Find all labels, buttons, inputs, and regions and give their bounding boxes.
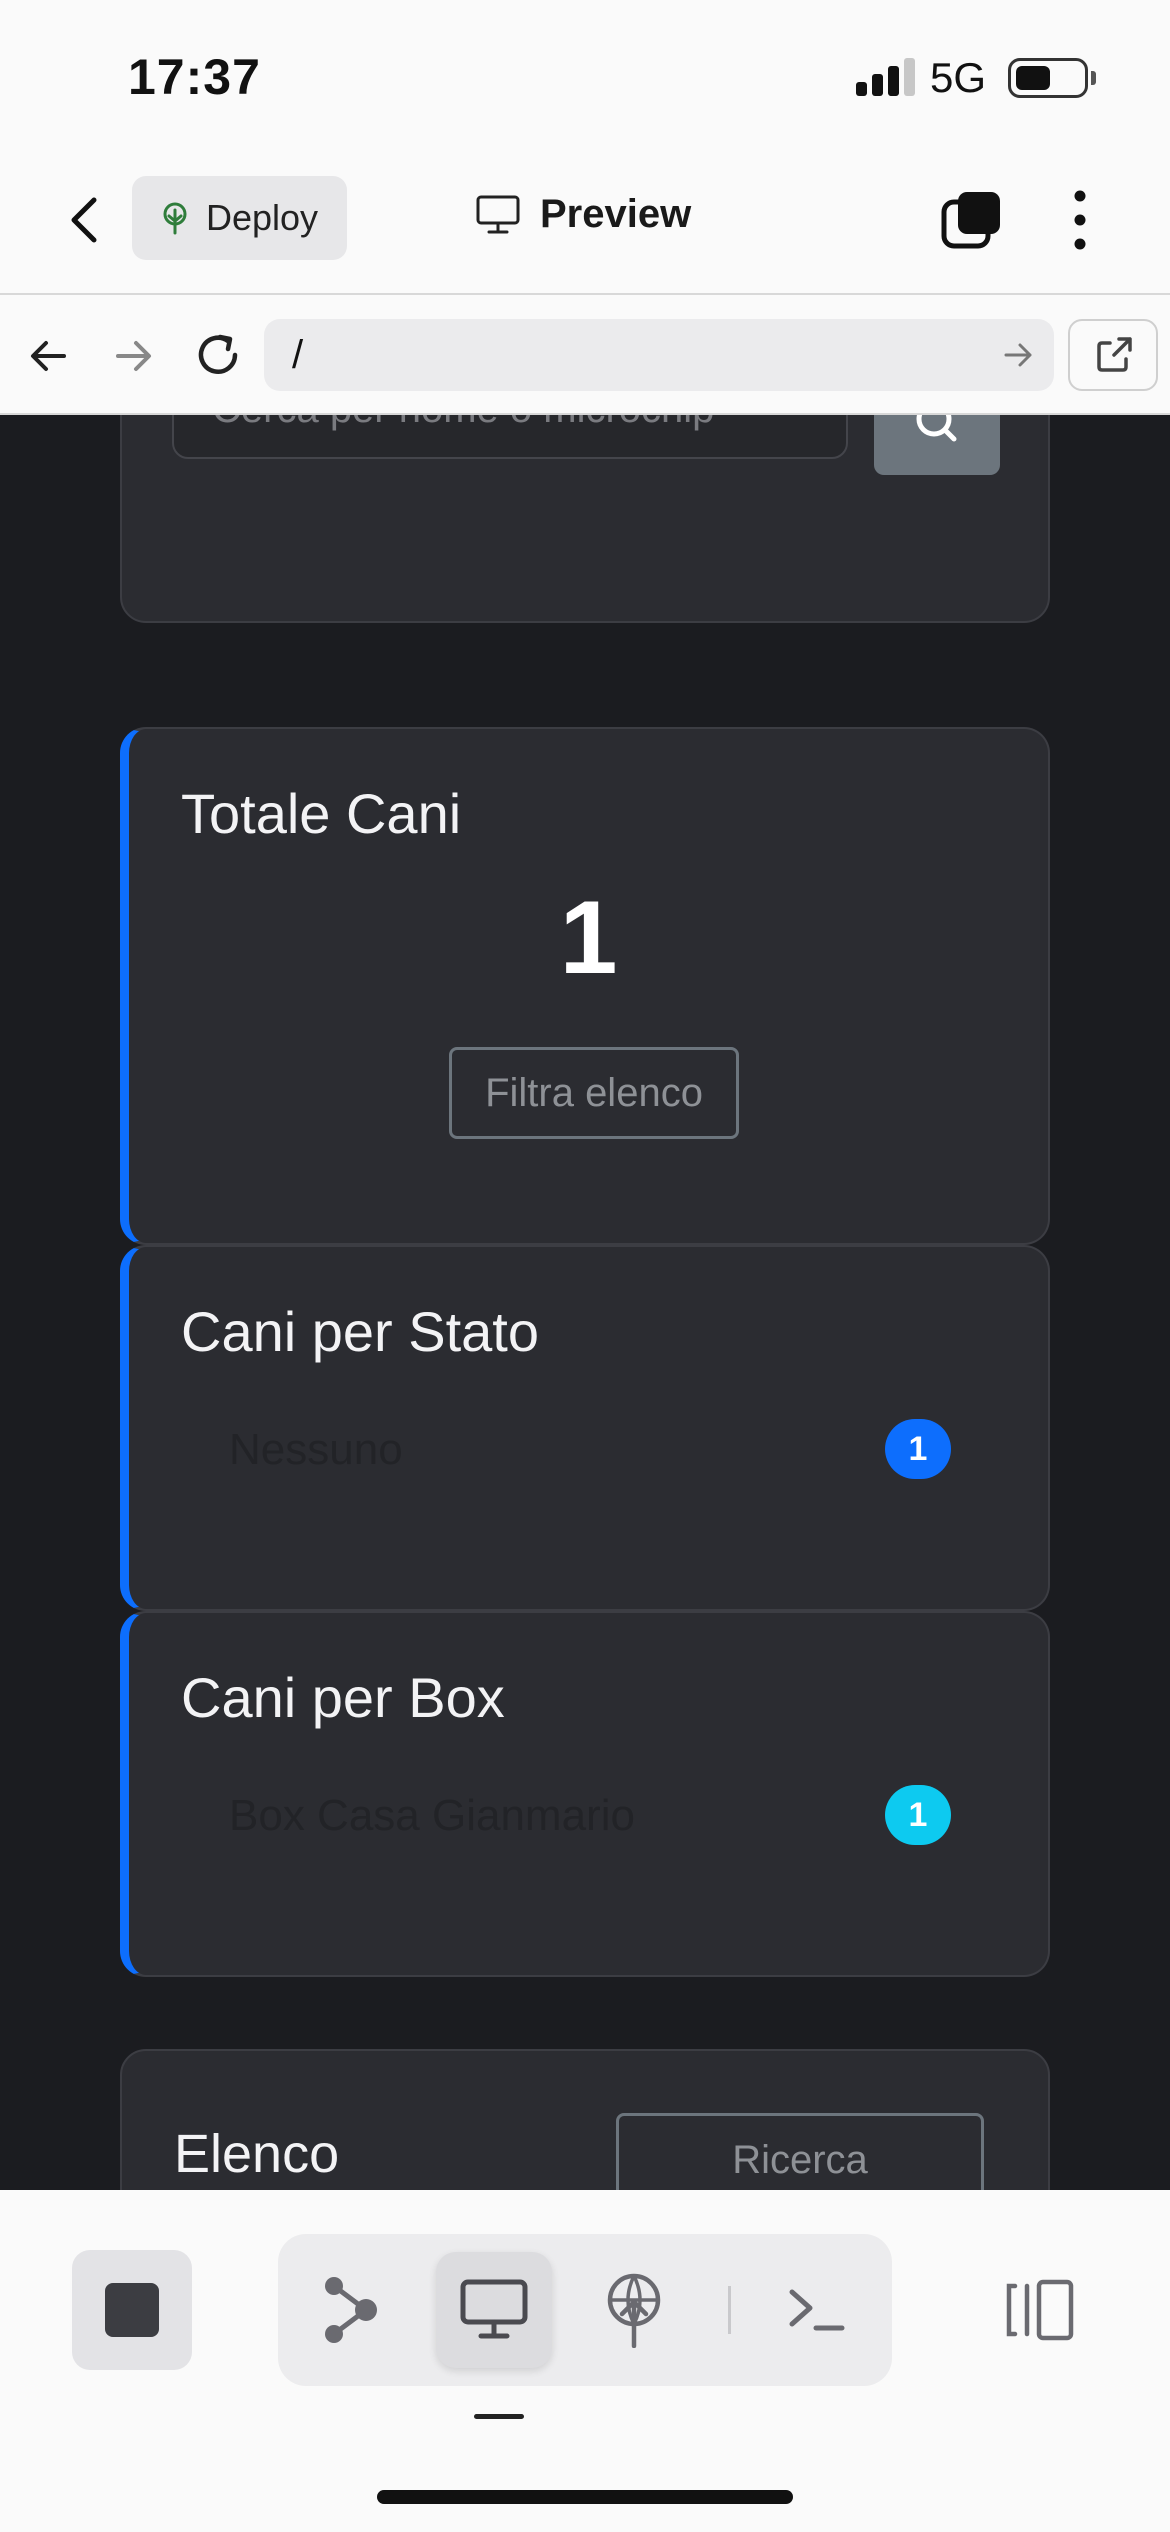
dogs-by-state-title: Cani per Stato [181,1300,539,1363]
dogs-by-state-card: Cani per Stato Nessuno 1 [120,1245,1050,1611]
preview-title: Preview [476,192,691,237]
graph-button[interactable] [294,2252,410,2368]
battery-icon [1008,58,1088,98]
antenna-icon [607,2273,661,2348]
network-type: 5G [930,54,987,101]
list-card: Elenco Ricerca [120,2049,1050,2190]
terminal-icon [789,2289,845,2331]
back-chevron-icon[interactable] [56,190,116,250]
arrow-right-icon[interactable] [108,331,158,381]
status-bar: 17:37 5G [0,0,1170,150]
monitor-icon [460,2279,528,2339]
search-input[interactable]: Cerca per nome o microchip [172,415,848,459]
webview: Cerca per nome o microchip Totale Cani 1… [0,415,1170,2190]
browser-bar: / [0,297,1170,415]
url-go-arrow-icon[interactable] [1000,337,1036,373]
total-dogs-value: 1 [559,880,618,996]
terminal-button[interactable] [758,2252,874,2368]
open-external-button[interactable] [1068,319,1158,391]
dogs-by-box-title: Cani per Box [181,1666,505,1729]
preview-tool-button[interactable] [436,2252,552,2368]
arrow-left-icon[interactable] [24,331,74,381]
bottom-toolbar [0,2190,1170,2532]
stop-button[interactable] [72,2250,192,2370]
tabs-icon[interactable] [940,188,1004,252]
deploy-tool-button[interactable] [576,2252,692,2368]
split-view-button[interactable] [994,2250,1084,2370]
list-title: Elenco [174,2124,340,2184]
filter-list-button[interactable]: Filtra elenco [449,1047,739,1139]
app-toolbar: Deploy Preview [0,150,1170,295]
status-time: 17:37 [128,49,261,105]
state-count-badge: 1 [885,1419,951,1479]
dogs-by-box-card: Cani per Box Box Casa Gianmario 1 [120,1611,1050,1977]
total-dogs-title: Totale Cani [181,782,462,845]
home-indicator[interactable] [377,2490,793,2504]
box-count-badge: 1 [885,1785,951,1845]
monitor-icon [476,195,520,233]
deploy-button[interactable]: Deploy [132,176,347,260]
reload-icon[interactable] [190,327,246,383]
search-button[interactable] [874,415,1000,475]
box-row-label[interactable]: Box Casa Gianmario [229,1791,635,1841]
signal-icon [856,58,916,96]
search-card: Cerca per nome o microchip [120,415,1050,623]
split-view-icon [1006,2279,1074,2341]
url-field[interactable]: / [264,319,1054,391]
search-icon [916,415,957,442]
deploy-tree-icon [163,202,187,235]
list-search-button[interactable]: Ricerca [616,2113,984,2190]
total-dogs-card: Totale Cani 1 Filtra elenco [120,727,1050,1245]
stop-icon [105,2283,159,2337]
search-placeholder: Cerca per nome o microchip [212,415,822,432]
state-row-label[interactable]: Nessuno [229,1425,403,1475]
more-vertical-icon[interactable] [1060,188,1100,252]
deploy-label: Deploy [206,197,319,238]
url-text: / [292,333,304,377]
tool-divider [728,2286,731,2334]
graph-icon [325,2277,377,2343]
preview-label: Preview [540,192,692,236]
open-external-icon [1097,337,1132,372]
tool-group [278,2234,892,2386]
battery-tip [1091,71,1096,85]
sheet-handle[interactable] [474,2414,524,2419]
